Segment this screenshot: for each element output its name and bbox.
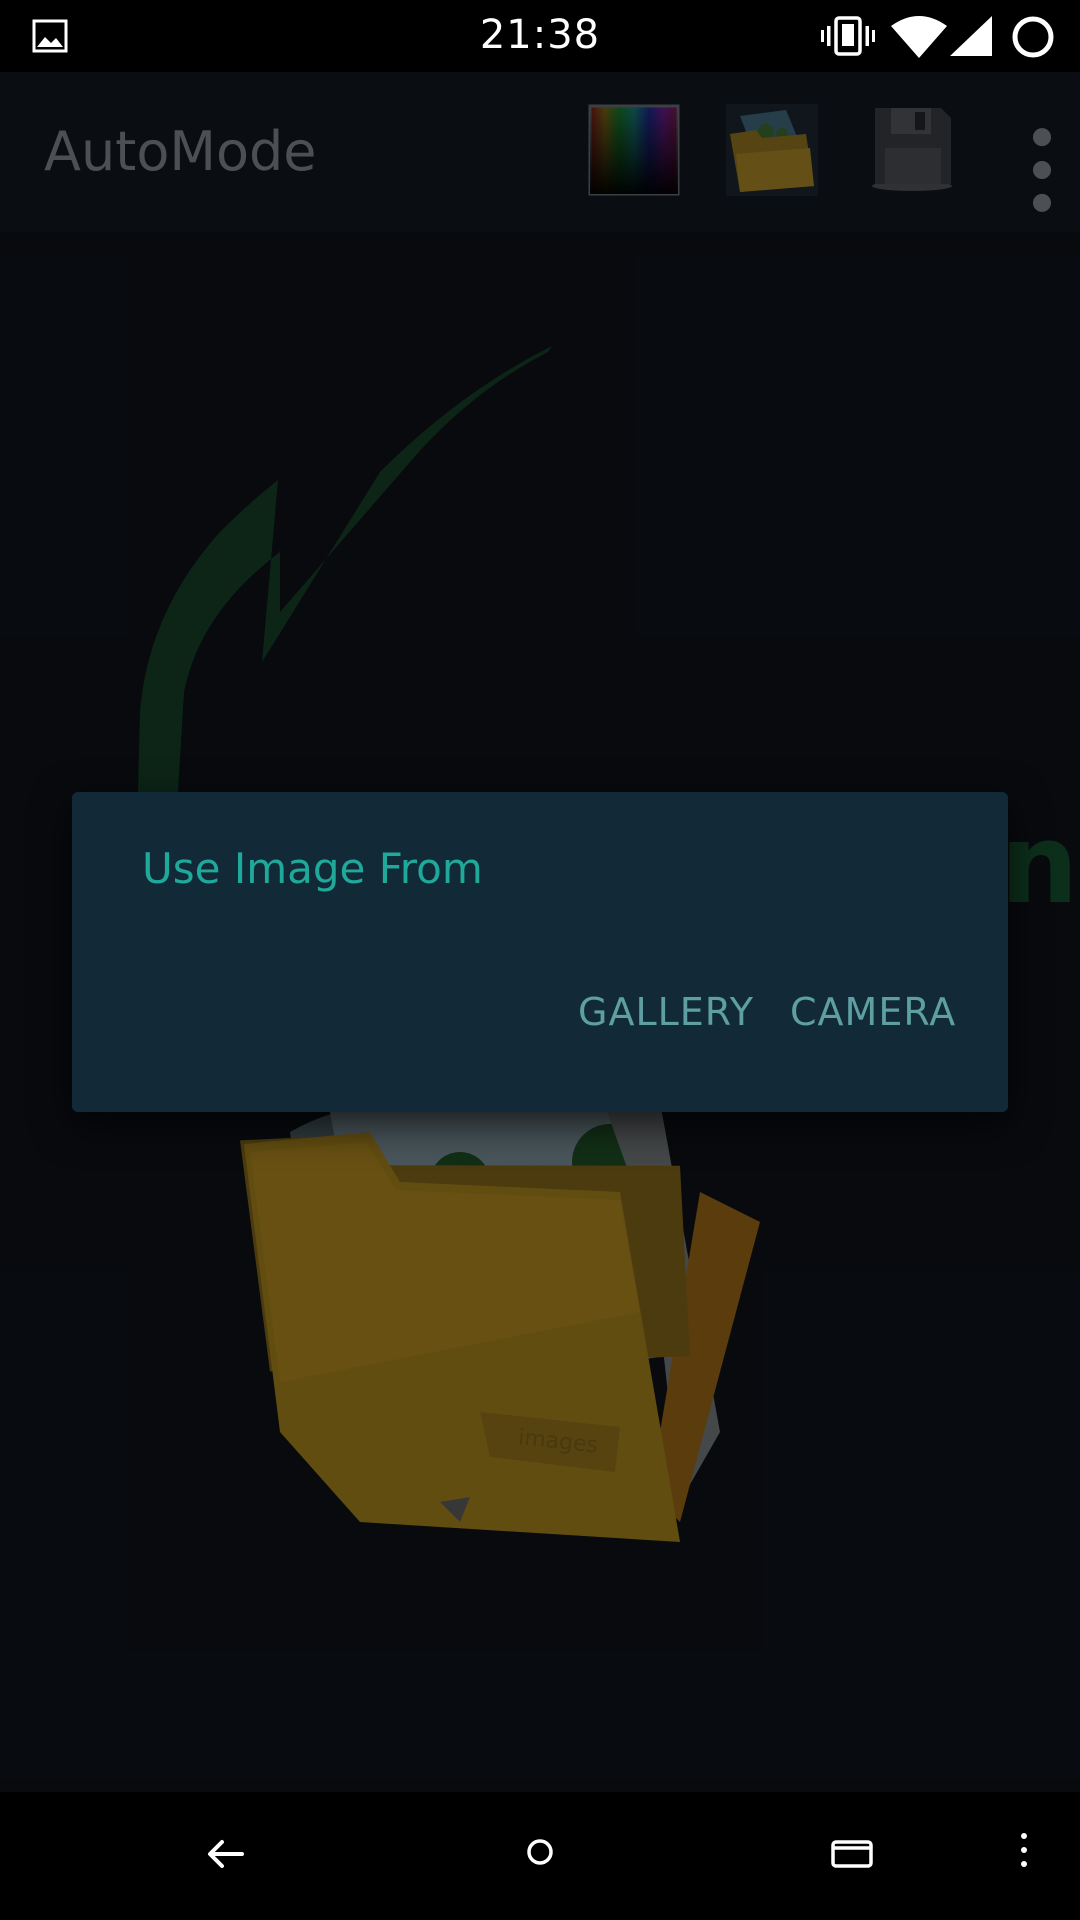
cell-signal-icon xyxy=(950,16,992,56)
navigation-bar xyxy=(0,1792,1080,1920)
camera-button[interactable]: CAMERA xyxy=(790,990,956,1034)
dialog-title: Use Image From xyxy=(142,844,483,893)
wifi-icon xyxy=(891,16,947,58)
back-icon[interactable] xyxy=(206,1836,246,1872)
battery-ring-icon xyxy=(1012,16,1054,58)
menu-icon[interactable] xyxy=(1016,1830,1032,1874)
image-source-dialog: Use Image From GALLERY CAMERA xyxy=(72,792,1008,1112)
recents-icon[interactable] xyxy=(830,1836,874,1870)
screen: 21:38 AutoMode n images Use Image From G… xyxy=(0,0,1080,1920)
home-icon[interactable] xyxy=(522,1834,558,1870)
vibrate-icon xyxy=(821,16,875,56)
gallery-button[interactable]: GALLERY xyxy=(578,990,754,1034)
status-bar: 21:38 xyxy=(0,0,1080,72)
